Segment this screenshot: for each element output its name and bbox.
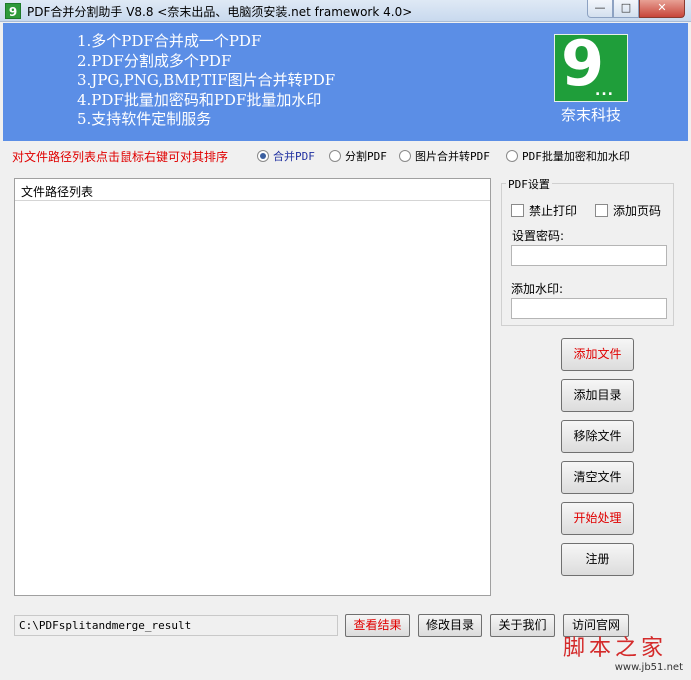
feature-item: 4.PDF批量加密码和PDF批量加水印	[77, 90, 322, 109]
feature-list: 1.多个PDF合并成一个PDF 2.PDF分割成多个PDF 3.JPG,PNG,…	[77, 32, 335, 130]
feature-item: 5.支持软件定制服务	[77, 110, 212, 128]
pdf-settings-group: PDF设置 禁止打印 添加页码 设置密码: 添加水印:	[501, 176, 674, 326]
add-page-number-checkbox[interactable]: 添加页码	[595, 202, 661, 219]
start-processing-button[interactable]: 开始处理	[561, 502, 634, 535]
mode-radio-split[interactable]: 分割PDF	[329, 149, 387, 163]
feature-banner: 1.多个PDF合并成一个PDF 2.PDF分割成多个PDF 3.JPG,PNG,…	[3, 23, 688, 141]
remove-file-button[interactable]: 移除文件	[561, 420, 634, 453]
radio-selected-icon	[257, 150, 269, 162]
mode-radio-encrypt-watermark[interactable]: PDF批量加密和加水印	[506, 149, 630, 163]
site-watermark: 脚本之家 www.jb51.net	[563, 637, 687, 674]
company-logo: 9 ... 奈末科技	[554, 29, 628, 124]
title-bar: 9 PDF合并分割助手 V8.8 <奈末出品、电脑须安装.net framewo…	[0, 0, 691, 22]
checkbox-icon	[595, 204, 608, 217]
add-folder-button[interactable]: 添加目录	[561, 379, 634, 412]
watermark-text: 脚本之家	[563, 636, 668, 661]
disable-print-checkbox[interactable]: 禁止打印	[511, 202, 577, 219]
output-path-field[interactable]: C:\PDFsplitandmerge_result	[14, 615, 338, 636]
logo-mark: 9 ...	[554, 29, 628, 102]
checkbox-label: 禁止打印	[529, 204, 578, 218]
mode-radio-merge[interactable]: 合并PDF	[257, 149, 315, 163]
change-directory-button[interactable]: 修改目录	[418, 614, 482, 637]
pdf-settings-title: PDF设置	[506, 176, 552, 192]
mode-radio-images-to-pdf[interactable]: 图片合并转PDF	[399, 149, 490, 163]
watermark-url: www.jb51.net	[614, 662, 683, 673]
register-button[interactable]: 注册	[561, 543, 634, 576]
minimize-button[interactable]: —	[587, 0, 613, 18]
logo-dots: ...	[595, 83, 614, 99]
file-path-list[interactable]: 文件路径列表	[14, 178, 491, 596]
checkbox-label: 添加页码	[613, 204, 662, 218]
logo-caption: 奈末科技	[560, 106, 621, 124]
app-icon: 9	[5, 3, 21, 19]
password-input[interactable]	[511, 245, 667, 266]
about-us-button[interactable]: 关于我们	[490, 614, 555, 637]
radio-icon	[399, 150, 411, 162]
watermark-label: 添加水印:	[511, 282, 564, 296]
clear-files-button[interactable]: 清空文件	[561, 461, 634, 494]
add-file-button[interactable]: 添加文件	[561, 338, 634, 371]
radio-label: PDF批量加密和加水印	[522, 150, 630, 163]
radio-label: 合并PDF	[273, 150, 315, 163]
sort-hint: 对文件路径列表点击鼠标右键可对其排序	[12, 150, 229, 164]
feature-item: 1.多个PDF合并成一个PDF	[77, 32, 262, 50]
close-button[interactable]: ✕	[639, 0, 685, 18]
radio-label: 图片合并转PDF	[415, 150, 490, 163]
radio-label: 分割PDF	[345, 150, 387, 163]
radio-icon	[506, 150, 518, 162]
file-list-column-header[interactable]: 文件路径列表	[15, 179, 490, 201]
checkbox-icon	[511, 204, 524, 217]
maximize-button[interactable]: □	[613, 0, 639, 18]
password-label: 设置密码:	[512, 229, 565, 243]
window-title: PDF合并分割助手 V8.8 <奈末出品、电脑须安装.net framework…	[27, 5, 413, 19]
view-result-button[interactable]: 查看结果	[345, 614, 410, 637]
visit-website-button[interactable]: 访问官网	[563, 614, 629, 637]
watermark-input[interactable]	[511, 298, 667, 319]
radio-icon	[329, 150, 341, 162]
feature-item: 3.JPG,PNG,BMP,TIF图片合并转PDF	[77, 71, 336, 89]
feature-item: 2.PDF分割成多个PDF	[77, 51, 232, 70]
